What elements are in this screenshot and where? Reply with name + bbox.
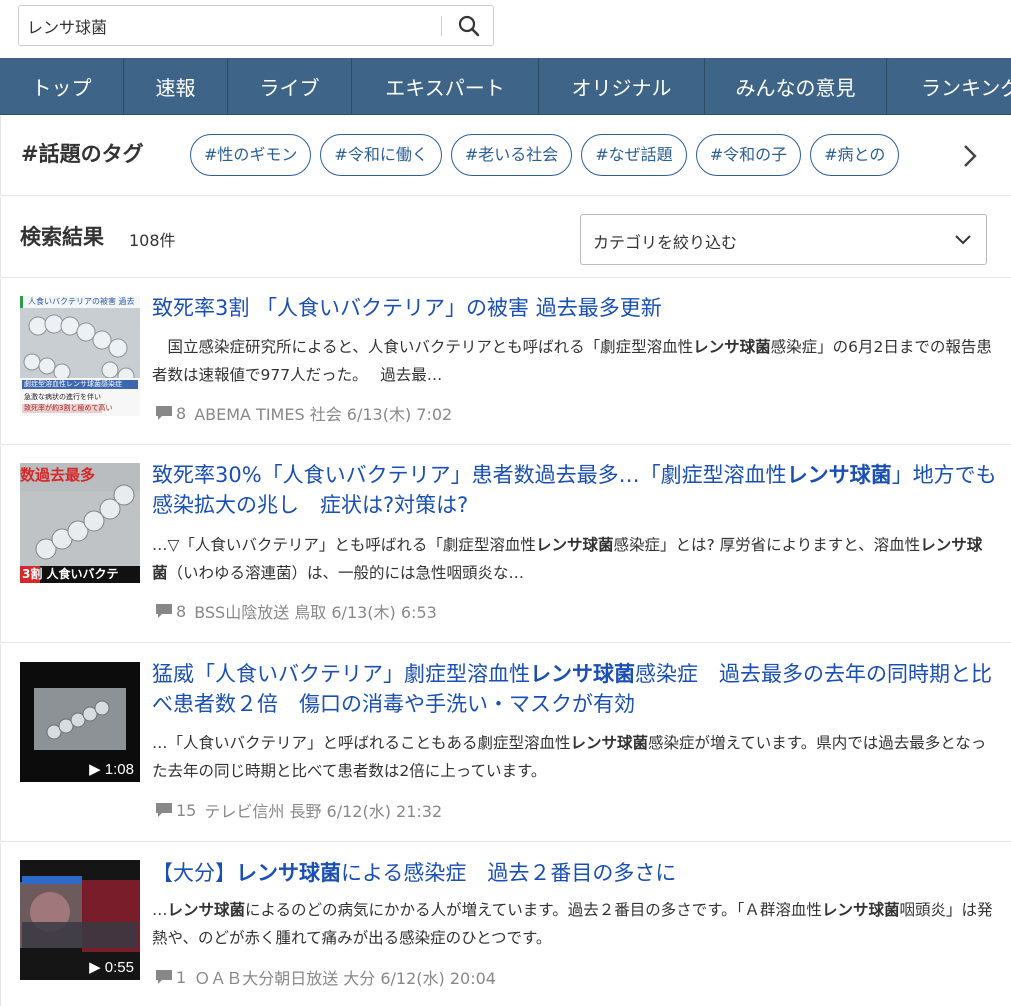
tags-next-button[interactable] <box>957 140 983 172</box>
thumb-caption: 数過去最多 <box>20 466 96 484</box>
comment-count: 8 <box>176 403 187 423</box>
article-title[interactable]: 【大分】レンサ球菌による感染症 過去２番目の多さに <box>152 858 997 888</box>
thumb-caption: 人食いバクテリアの被害 過去 <box>28 297 135 306</box>
nav-live[interactable]: ライブ <box>228 58 352 114</box>
comment-count: 15 <box>176 800 197 820</box>
article-title[interactable]: 猛威「人食いバクテリア」劇症型溶血性レンサ球菌感染症 過去最多の去年の同時期と比… <box>152 659 997 719</box>
article-thumbnail[interactable]: ▶ 0:55 <box>20 860 140 980</box>
article-source: ＯＡＢ大分朝日放送 大分 6/12(水) 20:04 <box>194 969 496 988</box>
article-item: ▶ 0:55 【大分】レンサ球菌による感染症 過去２番目の多さに …レンサ球菌に… <box>0 843 1011 1006</box>
thumb-caption: 急激な病状の進行を伴い <box>24 393 101 401</box>
tag-item[interactable]: #なぜ話題 <box>581 134 687 176</box>
comment-icon <box>156 803 172 817</box>
nav-expert[interactable]: エキスパート <box>352 58 539 114</box>
thumb-caption: 致死率が約3割と極めて高い <box>24 404 113 412</box>
article-source: テレビ信州 長野 6/12(水) 21:32 <box>204 802 443 821</box>
topic-tags: #話題のタグ #性のギモン #令和に働く #老いる社会 #なぜ話題 #令和の子 #病との <box>0 116 1011 196</box>
search-divider <box>441 16 442 36</box>
comment-icon <box>156 604 172 618</box>
article-item: 数過去最多 3割 人食いバクテ 致死率30%「人食いバクテリア」患者数過去最多…… <box>0 446 1011 643</box>
article-thumbnail[interactable]: 数過去最多 3割 人食いバクテ <box>20 463 140 583</box>
nav-opinions[interactable]: みんなの意見 <box>705 58 887 114</box>
tag-item[interactable]: #老いる社会 <box>450 134 573 176</box>
comment-count: 8 <box>176 601 187 621</box>
comment-icon <box>156 406 172 420</box>
thumb-caption: 3割 人食いバクテ <box>22 567 119 581</box>
article-snippet: 国立感染症研究所によると、人食いバクテリアとも呼ばれる「劇症型溶血性レンサ球菌感… <box>152 338 992 384</box>
results-header: 検索結果 108件 カテゴリを絞り込む <box>0 197 1011 278</box>
tag-list: #性のギモン #令和に働く #老いる社会 #なぜ話題 #令和の子 #病との <box>190 134 935 178</box>
tag-item[interactable]: #病との <box>810 134 900 176</box>
article-meta: 15 テレビ信州 長野 6/12(水) 21:32 <box>154 798 442 822</box>
article-source: BSS山陰放送 鳥取 6/13(木) 6:53 <box>194 603 437 622</box>
nav-ranking[interactable]: ランキング <box>887 58 1011 114</box>
video-duration: ▶ 0:55 <box>89 959 134 976</box>
article-item: ▶ 1:08 猛威「人食いバクテリア」劇症型溶血性レンサ球菌感染症 過去最多の去… <box>0 644 1011 842</box>
nav-breaking[interactable]: 速報 <box>124 58 228 114</box>
comment-count: 1 <box>176 967 187 987</box>
nav-original[interactable]: オリジナル <box>539 58 705 114</box>
article-meta: 8 BSS山陰放送 鳥取 6/13(木) 6:53 <box>154 599 437 623</box>
article-source: ABEMA TIMES 社会 6/13(木) 7:02 <box>194 405 453 424</box>
article-thumbnail[interactable]: ▶ 1:08 <box>20 662 140 782</box>
article-snippet: …▽「人食いバクテリア」とも呼ばれる「劇症型溶血性レンサ球菌感染症」とは? 厚労… <box>152 536 983 582</box>
tag-item[interactable]: #令和に働く <box>320 134 442 176</box>
search-icon <box>458 15 480 36</box>
chevron-down-icon <box>955 235 971 245</box>
article-snippet: …「人食いバクテリア」と呼ばれることもある劇症型溶血性レンサ球菌感染症が増えてい… <box>152 734 987 780</box>
category-select-label: カテゴリを絞り込む <box>593 233 738 252</box>
article-meta: 8 ABEMA TIMES 社会 6/13(木) 7:02 <box>154 401 452 425</box>
global-nav: トップ 速報 ライブ エキスパート オリジナル みんなの意見 ランキング <box>0 58 1011 115</box>
article-title[interactable]: 致死率3割 「人食いバクテリア」の被害 過去最多更新 <box>152 293 997 323</box>
nav-top[interactable]: トップ <box>0 58 124 114</box>
comment-icon <box>156 970 172 984</box>
tag-item[interactable]: #性のギモン <box>190 134 312 176</box>
thumb-caption: 劇症型溶血性レンサ球菌感染症 <box>24 380 122 388</box>
category-select[interactable]: カテゴリを絞り込む <box>580 214 987 265</box>
article-snippet: …レンサ球菌によるのどの病気にかかる人が増えています。過去２番目の多さです。「Ａ… <box>152 901 993 947</box>
chevron-right-icon <box>964 145 977 167</box>
tags-heading: #話題のタグ <box>21 142 144 166</box>
search-bar <box>18 5 494 46</box>
article-thumbnail[interactable]: 人食いバクテリアの被害 過去 劇症型溶血性レンサ球菌感染症 急激な病状の進行を伴… <box>20 296 140 416</box>
results-count: 108件 <box>129 231 176 250</box>
article-meta: 1 ＯＡＢ大分朝日放送 大分 6/12(水) 20:04 <box>154 965 496 989</box>
video-duration: ▶ 1:08 <box>89 761 134 778</box>
results-title: 検索結果 <box>20 225 104 249</box>
search-input[interactable] <box>27 10 437 41</box>
article-title[interactable]: 致死率30%「人食いバクテリア」患者数過去最多…「劇症型溶血性レンサ球菌」地方で… <box>152 460 997 520</box>
article-item: 人食いバクテリアの被害 過去 劇症型溶血性レンサ球菌感染症 急激な病状の進行を伴… <box>0 279 1011 445</box>
search-button[interactable] <box>451 10 487 41</box>
tag-item[interactable]: #令和の子 <box>695 134 802 176</box>
